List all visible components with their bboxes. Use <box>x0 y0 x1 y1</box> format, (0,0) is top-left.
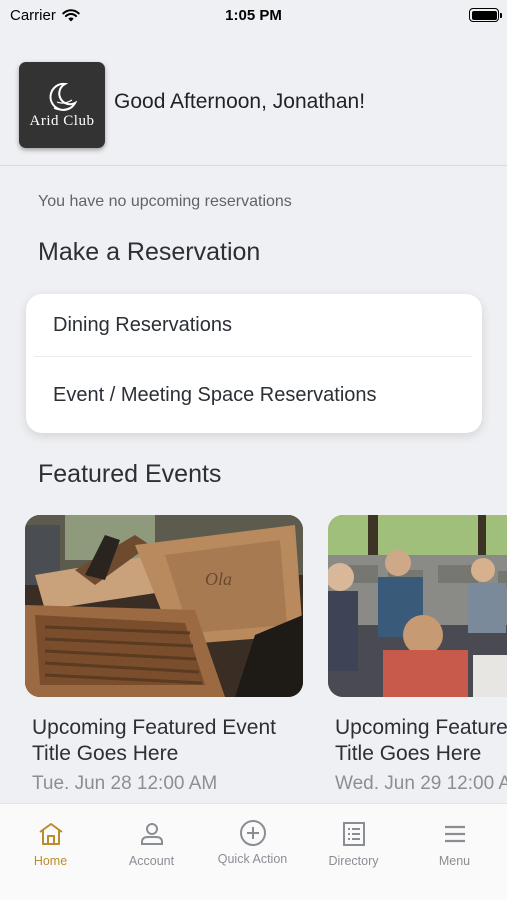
tab-label: Quick Action <box>217 852 288 866</box>
event-date: Wed. Jun 29 12:00 AM <box>335 773 507 794</box>
event-title-line: Title Goes Here <box>335 742 482 765</box>
tab-quick-action[interactable]: Quick Action <box>202 820 303 866</box>
menu-icon <box>444 825 465 843</box>
event-meeting-reservations-button[interactable]: Event / Meeting Space Reservations <box>53 384 377 407</box>
event-title-line: Upcoming Featured Event <box>32 716 276 739</box>
battery-icon <box>469 8 502 22</box>
greeting-text: Good Afternoon, Jonathan! <box>114 90 366 113</box>
account-icon <box>140 823 163 845</box>
home-icon <box>38 823 63 845</box>
status-bar: Carrier 1:05 PM <box>0 0 507 30</box>
directory-icon <box>342 822 365 846</box>
divider <box>34 356 472 357</box>
featured-events-carousel[interactable]: Ola Upcoming Featured Event Title Goes H… <box>25 515 507 805</box>
svg-text:Ola: Ola <box>205 569 232 589</box>
no-reservations-message: You have no upcoming reservations <box>38 193 292 210</box>
dining-reservations-button[interactable]: Dining Reservations <box>53 314 232 337</box>
tab-label: Account <box>128 854 175 868</box>
event-title-line: Title Goes Here <box>32 742 179 765</box>
event-card[interactable]: Ola Upcoming Featured Event Title Goes H… <box>25 515 303 795</box>
plus-circle-icon <box>239 820 266 846</box>
club-logo[interactable]: Arid Club <box>19 62 105 148</box>
event-title: Upcoming Featured Event Title Goes Here <box>328 715 507 767</box>
event-image-outdoor-dinner <box>328 515 507 697</box>
tab-label: Directory <box>328 854 379 868</box>
tab-home[interactable]: Home <box>0 822 101 868</box>
reservation-options-card: Dining Reservations Event / Meeting Spac… <box>26 294 482 433</box>
tab-label: Menu <box>438 854 471 868</box>
event-card[interactable]: Upcoming Featured Event Title Goes Here … <box>328 515 507 795</box>
tab-bar: Home Account Quick Action Directory Menu <box>0 803 507 900</box>
moon-emblem-icon <box>49 82 78 111</box>
event-title: Upcoming Featured Event Title Goes Here <box>25 715 303 767</box>
wifi-icon <box>62 8 80 21</box>
tab-label: Home <box>33 854 68 868</box>
carrier-label: Carrier <box>10 6 56 24</box>
tab-menu[interactable]: Menu <box>404 822 505 868</box>
tab-directory[interactable]: Directory <box>303 822 404 868</box>
tab-account[interactable]: Account <box>101 822 202 868</box>
make-reservation-title: Make a Reservation <box>38 238 261 266</box>
event-title-line: Upcoming Featured Event <box>335 716 507 739</box>
event-date: Tue. Jun 28 12:00 AM <box>32 773 218 794</box>
logo-text: Arid Club <box>29 112 95 129</box>
event-image-cigar-boxes: Ola <box>25 515 303 697</box>
featured-events-title: Featured Events <box>38 460 222 488</box>
header: Arid Club Good Afternoon, Jonathan! <box>0 62 507 166</box>
